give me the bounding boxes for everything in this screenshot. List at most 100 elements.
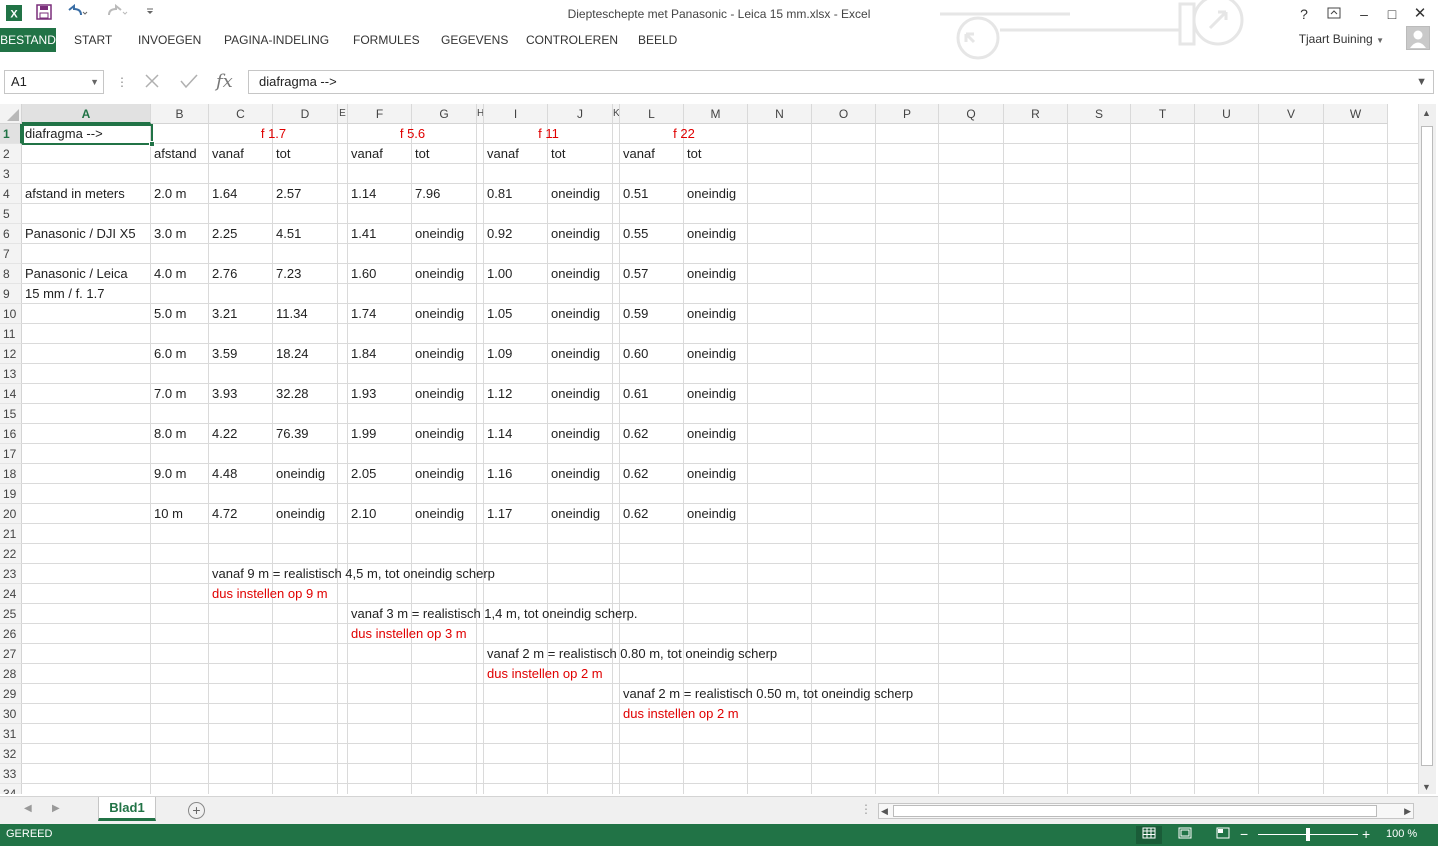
cell-d8[interactable]: 7.23 bbox=[273, 264, 301, 284]
scroll-up-icon[interactable]: ▲ bbox=[1422, 108, 1431, 118]
column-header-a[interactable]: A bbox=[22, 104, 151, 124]
column-header-o[interactable]: O bbox=[812, 104, 876, 124]
sheet-tab-blad1[interactable]: Blad1 bbox=[98, 797, 156, 821]
ribbon-display-options-icon[interactable] bbox=[1322, 4, 1346, 24]
row-header-12[interactable]: 12 bbox=[0, 344, 22, 364]
close-button[interactable]: ✕ bbox=[1408, 4, 1432, 24]
cell-j20[interactable]: oneindig bbox=[548, 504, 600, 524]
cell-d10[interactable]: 11.34 bbox=[273, 304, 308, 324]
cell-l8[interactable]: 0.57 bbox=[620, 264, 648, 284]
cell-l18[interactable]: 0.62 bbox=[620, 464, 648, 484]
cell-m4[interactable]: oneindig bbox=[684, 184, 736, 204]
horizontal-scrollbar[interactable]: ◀ ▶ bbox=[878, 803, 1414, 819]
minimize-button[interactable]: – bbox=[1352, 4, 1376, 24]
cell-c16[interactable]: 4.22 bbox=[209, 424, 237, 444]
tab-invoegen[interactable]: INVOEGEN bbox=[138, 28, 201, 52]
cell-g12[interactable]: oneindig bbox=[412, 344, 464, 364]
row-header-4[interactable]: 4 bbox=[0, 184, 22, 204]
next-sheet-icon[interactable]: ▶ bbox=[52, 803, 60, 814]
cell-m10[interactable]: oneindig bbox=[684, 304, 736, 324]
cell-j4[interactable]: oneindig bbox=[548, 184, 600, 204]
tab-formules[interactable]: FORMULES bbox=[353, 28, 420, 52]
column-header-j[interactable]: J bbox=[548, 104, 613, 124]
cell-a4[interactable]: afstand in meters bbox=[22, 184, 125, 204]
enter-icon[interactable] bbox=[178, 71, 200, 96]
cell-i28[interactable]: dus instellen op 2 m bbox=[484, 664, 603, 684]
cell-i12[interactable]: 1.09 bbox=[484, 344, 512, 364]
column-header-c[interactable]: C bbox=[209, 104, 273, 124]
cell-b6[interactable]: 3.0 m bbox=[151, 224, 187, 244]
cell-m14[interactable]: oneindig bbox=[684, 384, 736, 404]
row-header-17[interactable]: 17 bbox=[0, 444, 22, 464]
tab-beeld[interactable]: BEELD bbox=[638, 28, 677, 52]
cell-i27[interactable]: vanaf 2 m = realistisch 0.80 m, tot onei… bbox=[484, 644, 777, 664]
cell-f12[interactable]: 1.84 bbox=[348, 344, 376, 364]
column-header-h[interactable]: H bbox=[477, 104, 484, 124]
column-header-r[interactable]: R bbox=[1004, 104, 1068, 124]
cell-d2[interactable]: tot bbox=[273, 144, 290, 164]
row-header-14[interactable]: 14 bbox=[0, 384, 22, 404]
cell-c18[interactable]: 4.48 bbox=[209, 464, 237, 484]
cell-l16[interactable]: 0.62 bbox=[620, 424, 648, 444]
cell-m2[interactable]: tot bbox=[684, 144, 701, 164]
cell-a8[interactable]: Panasonic / Leica bbox=[22, 264, 128, 284]
cell-l29[interactable]: vanaf 2 m = realistisch 0.50 m, tot onei… bbox=[620, 684, 913, 704]
cell-a9[interactable]: 15 mm / f. 1.7 bbox=[22, 284, 104, 304]
cell-g6[interactable]: oneindig bbox=[412, 224, 464, 244]
cell-f4[interactable]: 1.14 bbox=[348, 184, 376, 204]
row-header-20[interactable]: 20 bbox=[0, 504, 22, 524]
row-header-24[interactable]: 24 bbox=[0, 584, 22, 604]
cell-d18[interactable]: oneindig bbox=[273, 464, 325, 484]
row-header-2[interactable]: 2 bbox=[0, 144, 22, 164]
drag-handle-icon[interactable]: ⋮ bbox=[116, 75, 128, 89]
row-header-8[interactable]: 8 bbox=[0, 264, 22, 284]
cell-f10[interactable]: 1.74 bbox=[348, 304, 376, 324]
row-header-3[interactable]: 3 bbox=[0, 164, 22, 184]
cell-c12[interactable]: 3.59 bbox=[209, 344, 237, 364]
cell-l14[interactable]: 0.61 bbox=[620, 384, 648, 404]
row-header-31[interactable]: 31 bbox=[0, 724, 22, 744]
cell-c20[interactable]: 4.72 bbox=[209, 504, 237, 524]
page-break-view-icon[interactable] bbox=[1210, 826, 1236, 844]
cell-g18[interactable]: oneindig bbox=[412, 464, 464, 484]
column-header-k[interactable]: K bbox=[613, 104, 620, 124]
cell-b18[interactable]: 9.0 m bbox=[151, 464, 187, 484]
row-header-13[interactable]: 13 bbox=[0, 364, 22, 384]
cell-j16[interactable]: oneindig bbox=[548, 424, 600, 444]
row-header-6[interactable]: 6 bbox=[0, 224, 22, 244]
cell-i8[interactable]: 1.00 bbox=[484, 264, 512, 284]
column-header-q[interactable]: Q bbox=[939, 104, 1004, 124]
row-header-15[interactable]: 15 bbox=[0, 404, 22, 424]
cell-d12[interactable]: 18.24 bbox=[273, 344, 309, 364]
cell-l1[interactable]: f 22 bbox=[620, 124, 748, 144]
row-header-26[interactable]: 26 bbox=[0, 624, 22, 644]
row-header-29[interactable]: 29 bbox=[0, 684, 22, 704]
vertical-scrollbar[interactable]: ▲ ▼ bbox=[1418, 104, 1436, 794]
add-sheet-icon[interactable]: + bbox=[188, 802, 205, 819]
cell-c24[interactable]: dus instellen op 9 m bbox=[209, 584, 328, 604]
row-header-34[interactable]: 34 bbox=[0, 784, 22, 794]
cell-b2[interactable]: afstand bbox=[151, 144, 197, 164]
vertical-scroll-thumb[interactable] bbox=[1421, 126, 1433, 766]
select-all-button[interactable] bbox=[0, 104, 22, 124]
zoom-in-button[interactable]: + bbox=[1362, 826, 1370, 842]
cell-c4[interactable]: 1.64 bbox=[209, 184, 237, 204]
cell-f26[interactable]: dus instellen op 3 m bbox=[348, 624, 467, 644]
column-header-w[interactable]: W bbox=[1324, 104, 1388, 124]
cell-i18[interactable]: 1.16 bbox=[484, 464, 512, 484]
cell-i14[interactable]: 1.12 bbox=[484, 384, 512, 404]
cell-b8[interactable]: 4.0 m bbox=[151, 264, 187, 284]
insert-function-icon[interactable]: fx bbox=[216, 71, 233, 92]
column-header-t[interactable]: T bbox=[1131, 104, 1195, 124]
cell-m20[interactable]: oneindig bbox=[684, 504, 736, 524]
maximize-button[interactable]: □ bbox=[1380, 4, 1404, 24]
cell-l4[interactable]: 0.51 bbox=[620, 184, 648, 204]
row-header-1[interactable]: 1 bbox=[0, 124, 22, 144]
row-header-9[interactable]: 9 bbox=[0, 284, 22, 304]
cell-i20[interactable]: 1.17 bbox=[484, 504, 512, 524]
cell-j8[interactable]: oneindig bbox=[548, 264, 600, 284]
tab-gegevens[interactable]: GEGEVENS bbox=[441, 28, 508, 52]
column-header-p[interactable]: P bbox=[876, 104, 939, 124]
column-header-u[interactable]: U bbox=[1195, 104, 1259, 124]
cell-i16[interactable]: 1.14 bbox=[484, 424, 512, 444]
